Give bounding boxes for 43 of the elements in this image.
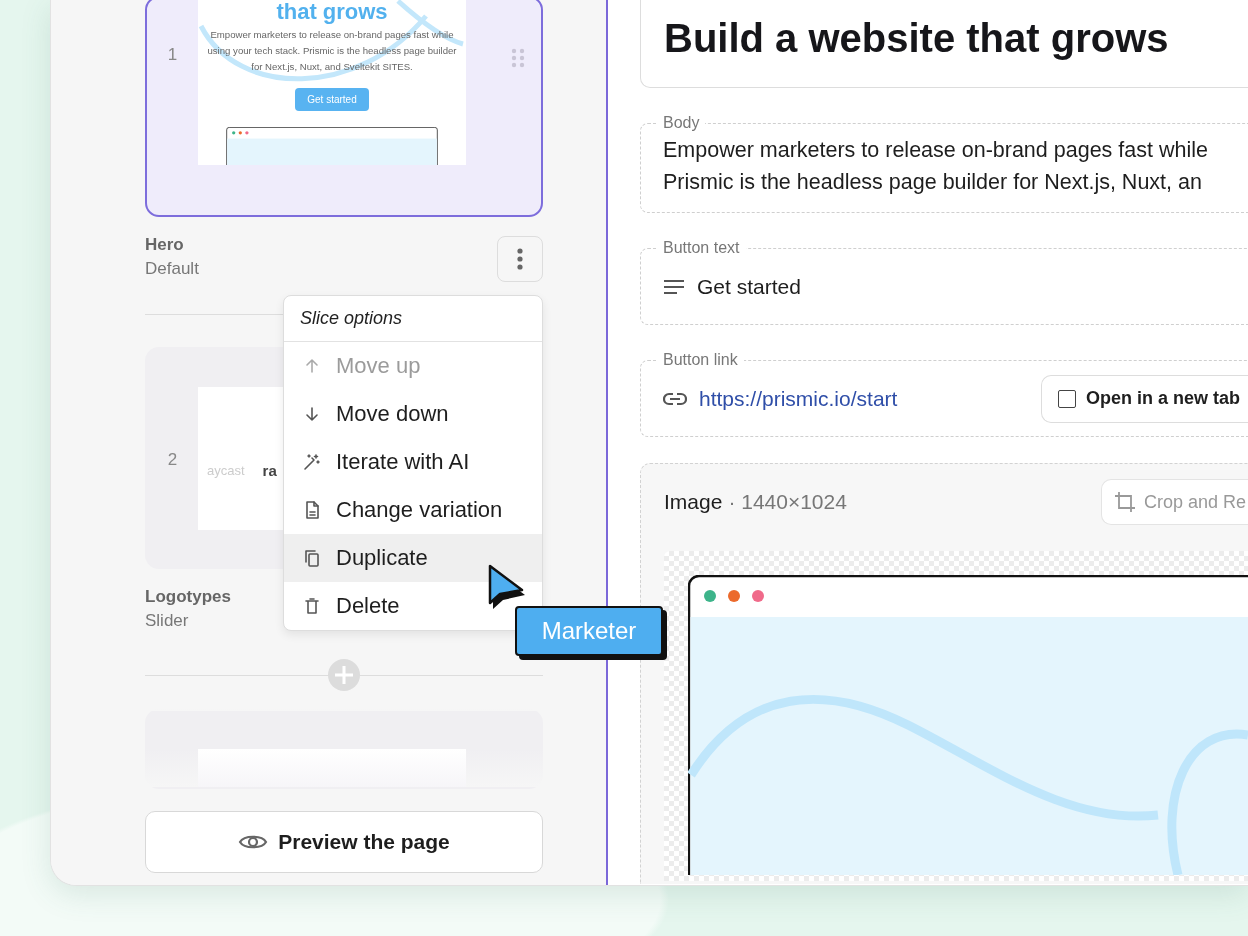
slice-variation: Default — [145, 259, 199, 279]
slice-name: Logotypes — [145, 587, 231, 607]
link-url[interactable]: https://prismic.io/start — [699, 386, 898, 411]
field-label: Image — [664, 490, 723, 514]
copy-icon — [302, 548, 322, 568]
drag-handle-icon[interactable] — [511, 48, 525, 68]
trash-icon — [302, 596, 322, 616]
button-text-field[interactable]: Button text Get started — [640, 239, 1248, 325]
more-options-button[interactable] — [497, 236, 543, 282]
menu-title: Slice options — [300, 308, 403, 329]
field-value: Get started — [697, 274, 801, 299]
thumbnail-button: Get started — [295, 88, 369, 111]
menu-item[interactable]: Move down — [284, 390, 542, 438]
text-lines-icon — [663, 278, 685, 295]
thumbnail-text: Empower marketers to release on-brand pages fast while using your tech stack. Prismic is the headless page builder for Next.js, Nuxt, and Sveltekit SITES. — [207, 28, 457, 74]
menu-item[interactable]: Duplicate — [284, 534, 542, 582]
slice-variation: Slider — [145, 611, 190, 631]
magic-wand-icon — [302, 452, 322, 472]
preview-button[interactable]: Preview the page — [145, 811, 543, 873]
menu-item[interactable]: Change variation — [284, 486, 542, 534]
menu-item[interactable]: Iterate with AI — [284, 438, 542, 486]
more-vertical-icon — [517, 248, 523, 270]
logo-text: ra — [262, 462, 277, 479]
title-field[interactable]: Build a website that grows — [640, 0, 1248, 88]
button-link-field[interactable]: Button link https://prismic.io/start Open in a new tab — [640, 351, 1248, 437]
field-label: Body — [662, 114, 701, 132]
add-slice-icon[interactable] — [328, 659, 360, 691]
open-in-new-tab-checkbox[interactable]: Open in a new tab — [1040, 374, 1248, 423]
body-field[interactable]: Body Empower marketers to release on-brand pages fast while Prismic is the headless page builder for Next.js, Nuxt, an — [640, 114, 1248, 213]
checkbox[interactable] — [1057, 389, 1076, 408]
link-icon — [663, 391, 687, 406]
page-title: Build a website that grows — [664, 16, 1169, 61]
slice-number: 2 — [167, 450, 178, 469]
slice-number: 1 — [167, 45, 178, 64]
thumbnail-heading: that grows — [276, 0, 388, 24]
body-text: Empower marketers to release on-brand pages fast while — [663, 137, 1209, 164]
body-text: Prismic is the headless page builder for Next.js, Nuxt, an — [663, 169, 1203, 196]
field-label: Button link — [662, 351, 739, 369]
field-label: Button text — [662, 239, 741, 257]
slice-card[interactable]: 1 that grows Empower marketers to release on-brand pages fast while using your tech stack. Prismic is the headless page builder for Next.js, Nuxt, and Sveltekit SITES. Get started — [145, 0, 543, 217]
slice-name: Hero — [145, 235, 185, 255]
crop-icon — [1113, 491, 1136, 513]
image-dimensions: · 1440×1024 — [728, 490, 847, 514]
